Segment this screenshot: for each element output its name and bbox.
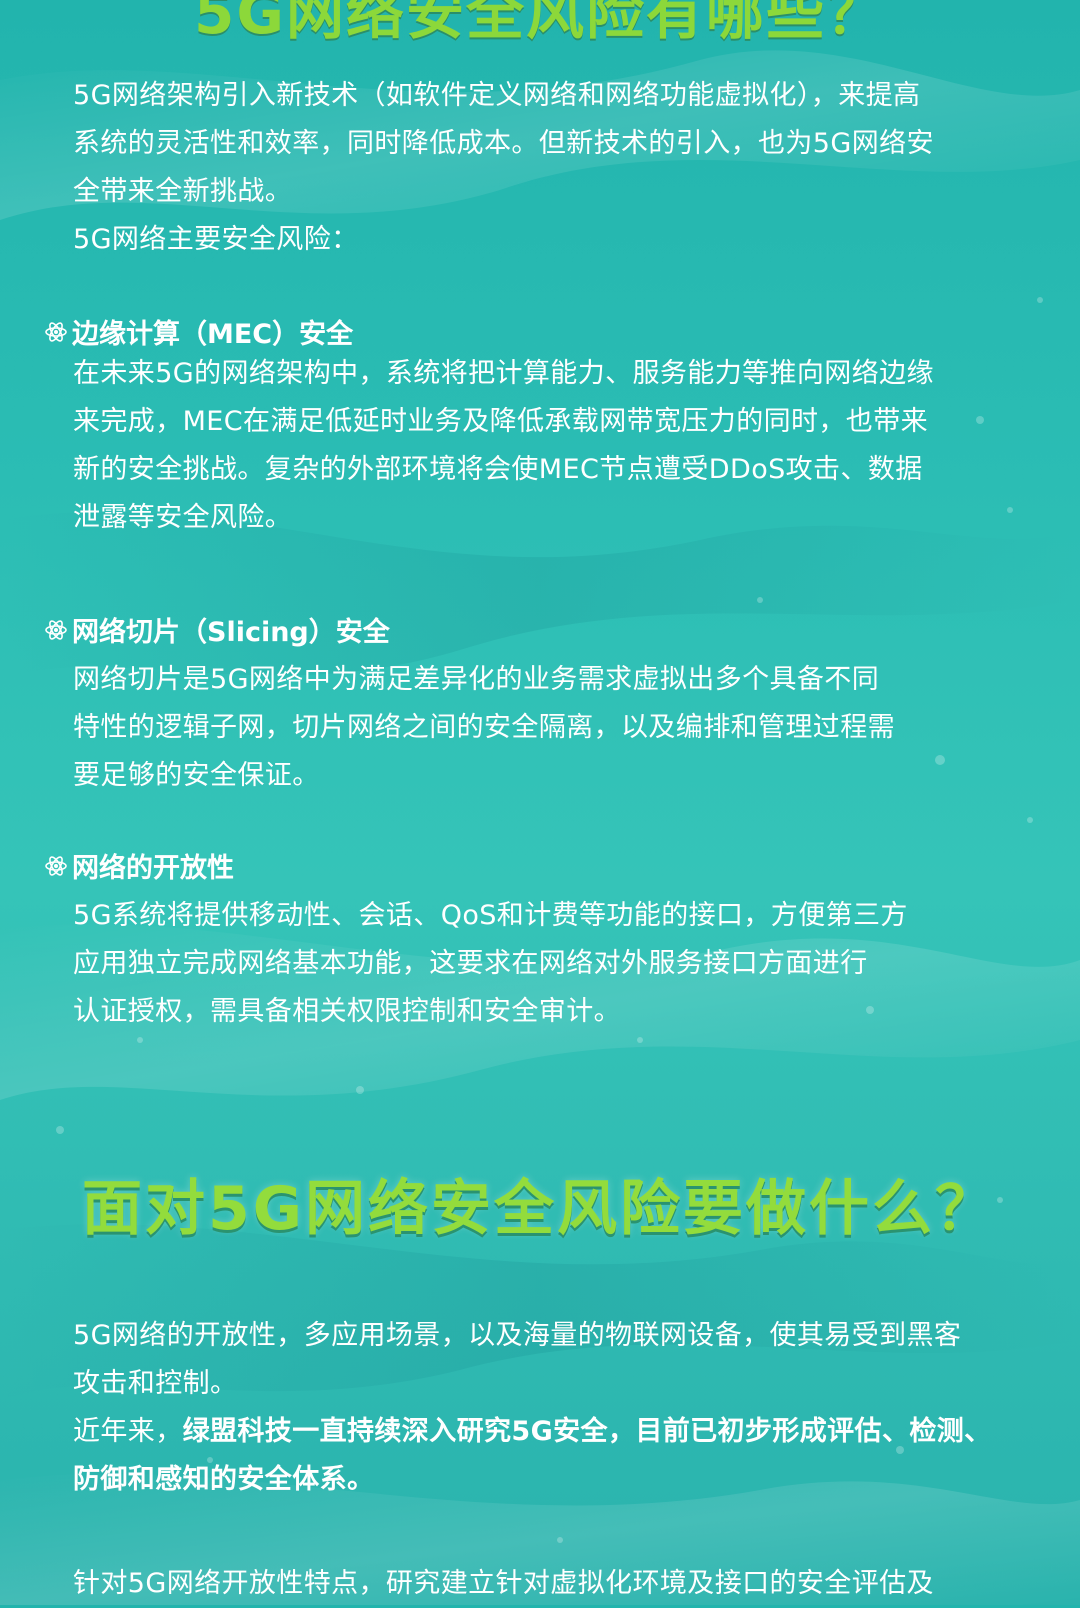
outro-highlight: 防御和感知的安全体系。 xyxy=(73,1464,375,1495)
intro-line: 系统的灵活性和效率，同时降低成本。但新技术的引入，也为5G网络安 xyxy=(73,128,934,159)
section-heading-text: 网络切片（Slicing）安全 xyxy=(72,617,390,648)
outro-prefix: 近年来， xyxy=(73,1416,183,1447)
top-section-title: 5G网络安全风险有哪些？ xyxy=(194,0,886,47)
page-content: 5G网络安全风险有哪些？ 5G网络架构引入新技术（如软件定义网络和网络功能虚拟化… xyxy=(0,0,1080,1605)
section-body-mec: 在未来5G的网络架构中，系统将把计算能力、服务能力等推向网络边缘 来完成，MEC… xyxy=(73,350,973,542)
intro-line: 5G网络架构引入新技术（如软件定义网络和网络功能虚拟化），来提高 xyxy=(73,80,921,111)
outro-line: 攻击和控制。 xyxy=(73,1368,238,1399)
section-heading-text: 边缘计算（MEC）安全 xyxy=(72,319,354,350)
atom-icon xyxy=(45,321,67,342)
outro-line: 近年来，绿盟科技一直持续深入研究5G安全，目前已初步形成评估、检测、 xyxy=(73,1408,991,1456)
section-line: 5G系统将提供移动性、会话、QoS和计费等功能的接口，方便第三方 xyxy=(73,900,908,931)
section-line: 来完成，MEC在满足低延时业务及降低承载网带宽压力的同时，也带来 xyxy=(73,406,929,437)
intro-line: 全带来全新挑战。 xyxy=(73,176,293,207)
section-line: 特性的逻辑子网，切片网络之间的安全隔离，以及编排和管理过程需 xyxy=(73,712,895,743)
outro-paragraph-1: 5G网络的开放性，多应用场景，以及海量的物联网设备，使其易受到黑客 攻击和控制。 xyxy=(73,1312,973,1408)
section-body-slicing: 网络切片是5G网络中为满足差异化的业务需求虚拟出多个具备不同 特性的逻辑子网，切… xyxy=(73,656,973,800)
atom-icon xyxy=(45,855,67,876)
section-line: 在未来5G的网络架构中，系统将把计算能力、服务能力等推向网络边缘 xyxy=(73,358,934,389)
section-heading-slicing: 网络切片（Slicing）安全 xyxy=(44,610,390,649)
outro-paragraph-3: 针对5G网络开放性特点，研究建立针对虚拟化环境及接口的安全评估及 xyxy=(73,1560,973,1608)
section-heading-text: 网络的开放性 xyxy=(72,853,234,884)
outro-line: 针对5G网络开放性特点，研究建立针对虚拟化环境及接口的安全评估及 xyxy=(73,1568,934,1599)
intro-line: 5G网络主要安全风险： xyxy=(73,224,359,255)
section-title: 面对5G网络安全风险要做什么？ xyxy=(82,1174,998,1244)
outro-paragraph-2: 近年来，绿盟科技一直持续深入研究5G安全，目前已初步形成评估、检测、 防御和感知… xyxy=(73,1408,991,1504)
section-line: 新的安全挑战。复杂的外部环境将会使MEC节点遭受DDoS攻击、数据 xyxy=(73,454,923,485)
section-heading-mec: 边缘计算（MEC）安全 xyxy=(44,312,353,351)
section-line: 认证授权，需具备相关权限控制和安全审计。 xyxy=(73,996,621,1027)
section-line: 应用独立完成网络基本功能，这要求在网络对外服务接口方面进行 xyxy=(73,948,868,979)
outro-highlight: 绿盟科技一直持续深入研究5G安全，目前已初步形成评估、检测、 xyxy=(182,1416,992,1447)
section-line: 要足够的安全保证。 xyxy=(73,760,320,791)
section-line: 网络切片是5G网络中为满足差异化的业务需求虚拟出多个具备不同 xyxy=(73,664,880,695)
section-heading-openness: 网络的开放性 xyxy=(44,846,234,885)
intro-paragraph: 5G网络架构引入新技术（如软件定义网络和网络功能虚拟化），来提高 系统的灵活性和… xyxy=(73,72,973,264)
section-body-openness: 5G系统将提供移动性、会话、QoS和计费等功能的接口，方便第三方 应用独立完成网… xyxy=(73,892,973,1036)
atom-icon xyxy=(45,619,67,640)
outro-line: 5G网络的开放性，多应用场景，以及海量的物联网设备，使其易受到黑客 xyxy=(73,1320,962,1351)
section-line: 泄露等安全风险。 xyxy=(73,502,293,533)
